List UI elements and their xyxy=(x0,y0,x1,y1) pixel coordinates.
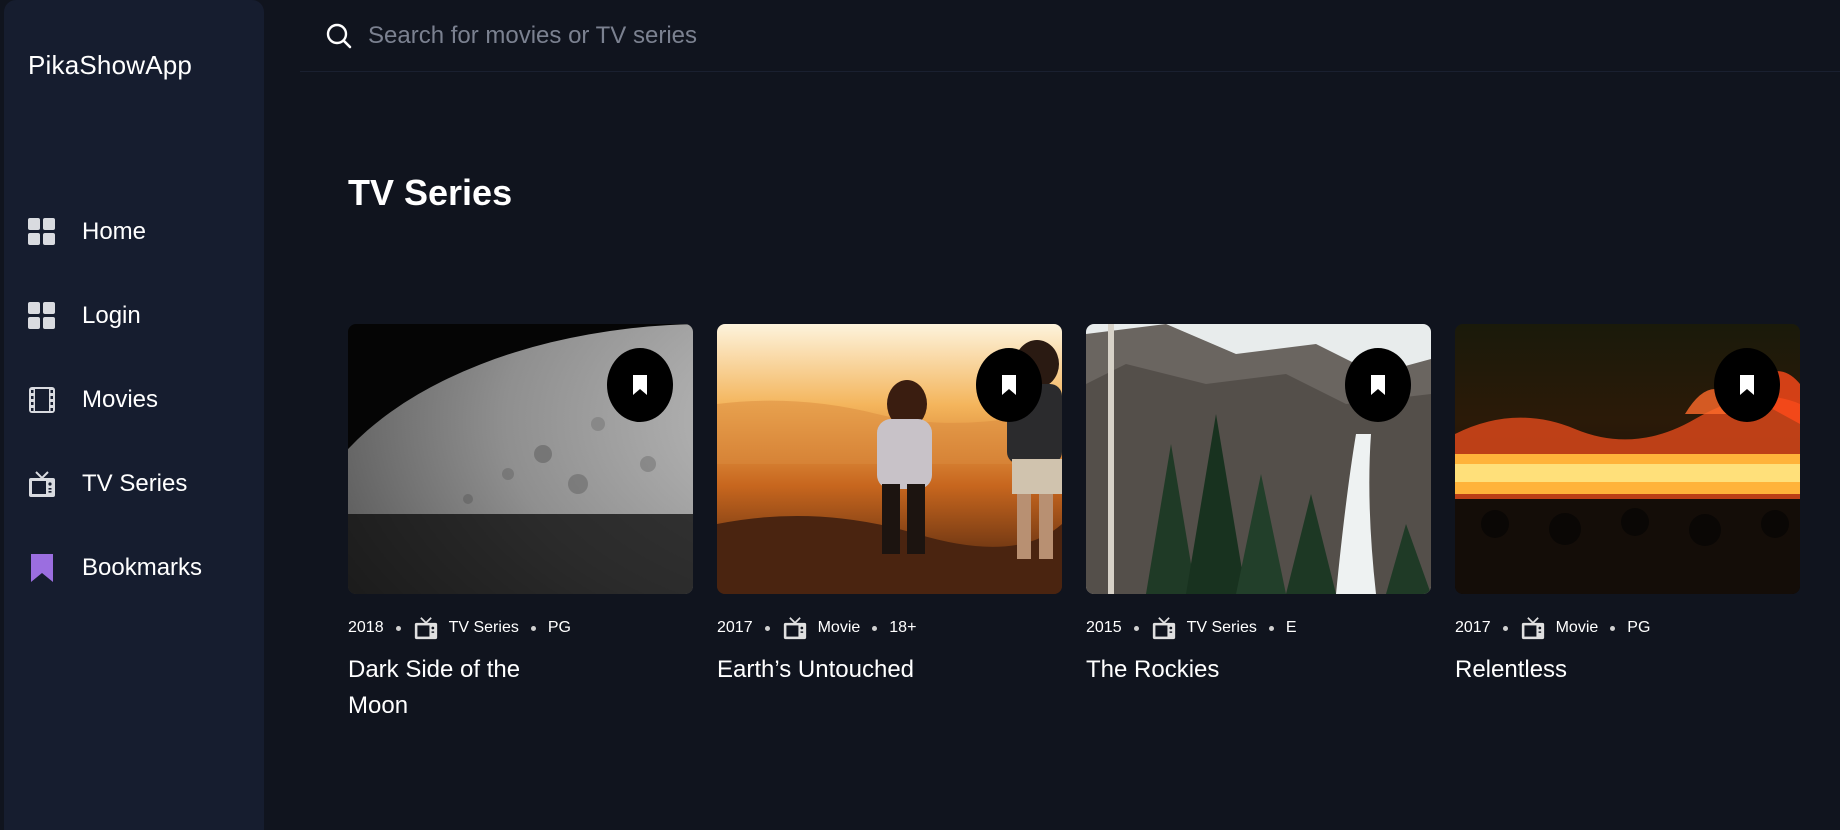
media-card[interactable]: 2017 Movie PG Relentless xyxy=(1455,324,1800,724)
media-meta: 2017 Movie 18+ xyxy=(717,616,1062,640)
tv-icon xyxy=(28,470,56,498)
bookmark-button[interactable] xyxy=(1345,348,1411,422)
sidebar-item-bookmarks[interactable]: Bookmarks xyxy=(4,526,264,610)
grid-icon xyxy=(28,302,56,330)
media-title[interactable]: The Rockies xyxy=(1086,652,1426,688)
separator-dot xyxy=(872,625,878,631)
sidebar-item-label: Login xyxy=(82,302,141,329)
bookmark-icon xyxy=(1740,375,1754,395)
brand-logo-text[interactable]: PikaShowApp xyxy=(28,50,192,81)
bookmark-button[interactable] xyxy=(607,348,673,422)
sidebar-item-movies[interactable]: Movies xyxy=(4,358,264,442)
bookmark-button[interactable] xyxy=(1714,348,1780,422)
app-root: PikaShowApp Home Login Movies TV Series … xyxy=(0,0,1840,830)
sidebar-item-label: Movies xyxy=(82,386,159,413)
tv-icon xyxy=(1520,616,1546,640)
media-card-list: 2018 TV Series PG Dark Side of the Moon xyxy=(348,324,1800,724)
tv-icon xyxy=(413,616,439,640)
media-type: TV Series xyxy=(1186,619,1257,636)
media-thumbnail[interactable] xyxy=(348,324,693,594)
grid-icon xyxy=(28,218,56,246)
film-icon xyxy=(28,386,56,414)
separator-dot xyxy=(764,625,770,631)
media-year: 2017 xyxy=(1455,619,1491,636)
media-title[interactable]: Relentless xyxy=(1455,652,1795,688)
sidebar-item-label: TV Series xyxy=(82,470,188,497)
bookmark-icon xyxy=(1002,375,1016,395)
media-type: Movie xyxy=(817,619,861,636)
separator-dot xyxy=(1610,625,1616,631)
media-title[interactable]: Earth’s Untouched xyxy=(717,652,1057,688)
media-meta: 2015 TV Series E xyxy=(1086,616,1431,640)
media-year: 2018 xyxy=(348,619,384,636)
bookmark-icon xyxy=(28,554,56,582)
media-thumbnail[interactable] xyxy=(1086,324,1431,594)
media-title[interactable]: Dark Side of the Moon xyxy=(348,652,578,724)
search-icon[interactable] xyxy=(324,21,354,51)
separator-dot xyxy=(530,625,536,631)
page-title: TV Series xyxy=(348,172,513,213)
media-rating: PG xyxy=(1627,619,1651,636)
sidebar-item-login[interactable]: Login xyxy=(4,274,264,358)
media-rating: E xyxy=(1285,619,1297,636)
sidebar-item-home[interactable]: Home xyxy=(4,190,264,274)
sidebar-item-label: Bookmarks xyxy=(82,554,203,581)
bookmark-icon xyxy=(1371,375,1385,395)
media-type: TV Series xyxy=(448,619,519,636)
sidebar-item-tv-series[interactable]: TV Series xyxy=(4,442,264,526)
bookmark-icon xyxy=(633,375,647,395)
search-input[interactable] xyxy=(368,15,1268,56)
tv-icon xyxy=(1151,616,1177,640)
sidebar-item-label: Home xyxy=(82,218,147,245)
sidebar: PikaShowApp Home Login Movies TV Series … xyxy=(4,0,264,830)
media-year: 2015 xyxy=(1086,619,1122,636)
separator-dot xyxy=(1502,625,1508,631)
sidebar-nav: Home Login Movies TV Series Bookmarks xyxy=(4,190,264,610)
media-card[interactable]: 2015 TV Series E The Rockies xyxy=(1086,324,1431,724)
separator-dot xyxy=(1268,625,1274,631)
search-bar xyxy=(300,0,1840,72)
media-card[interactable]: 2018 TV Series PG Dark Side of the Moon xyxy=(348,324,693,724)
media-rating: PG xyxy=(547,619,571,636)
media-meta: 2018 TV Series PG xyxy=(348,616,693,640)
tv-icon xyxy=(782,616,808,640)
bookmark-button[interactable] xyxy=(976,348,1042,422)
media-rating: 18+ xyxy=(889,619,917,636)
separator-dot xyxy=(395,625,401,631)
media-card[interactable]: 2017 Movie 18+ Earth’s Untouched xyxy=(717,324,1062,724)
separator-dot xyxy=(1133,625,1139,631)
media-thumbnail[interactable] xyxy=(1455,324,1800,594)
media-type: Movie xyxy=(1555,619,1599,636)
media-meta: 2017 Movie PG xyxy=(1455,616,1800,640)
media-year: 2017 xyxy=(717,619,753,636)
media-thumbnail[interactable] xyxy=(717,324,1062,594)
